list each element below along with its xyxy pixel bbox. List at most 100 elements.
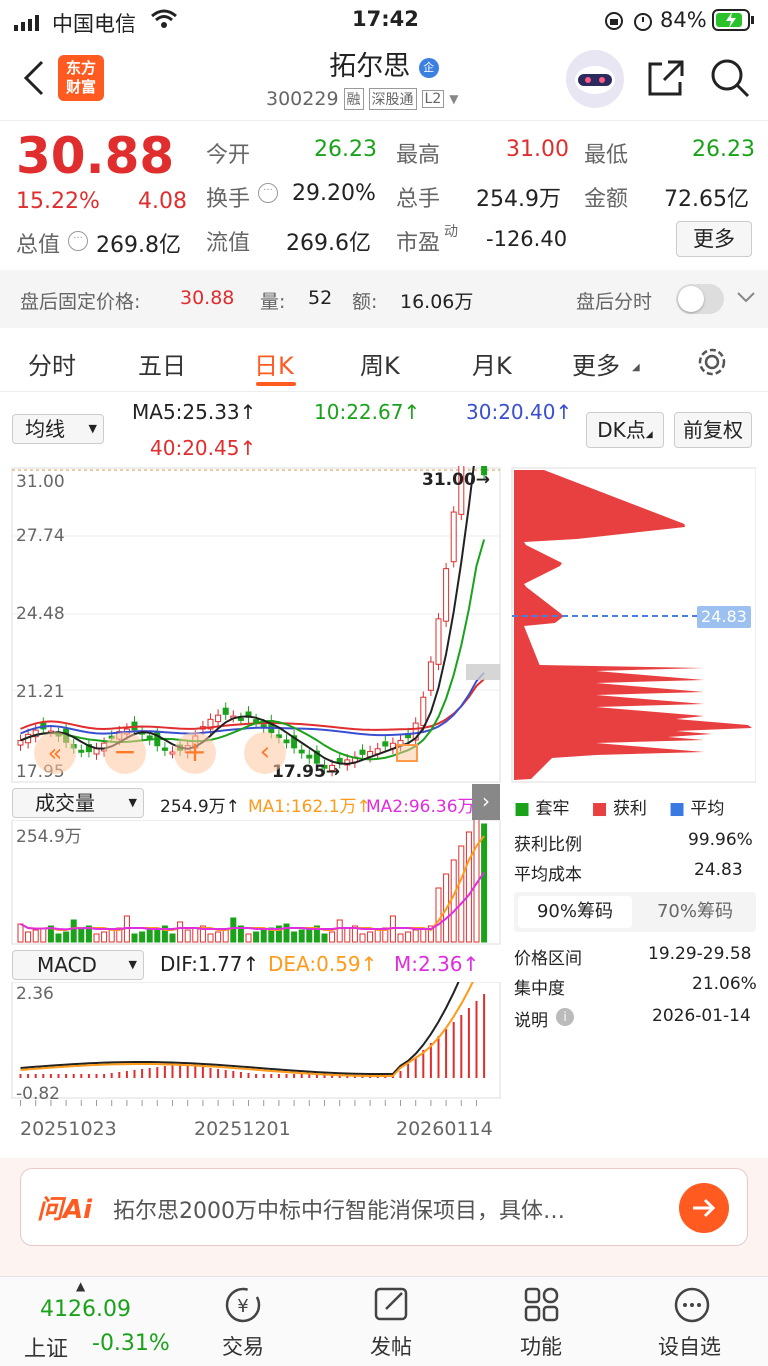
vol-ma1-label: MA1:162.1万↑ [248,797,371,817]
settings-gear-icon[interactable] [696,346,728,382]
bottom-tab-bar: ▲ 4126.09 上证 -0.31% ¥ 交易 发帖 功能 设自选 [0,1276,768,1366]
share-icon[interactable] [646,58,686,102]
ai-robot-avatar[interactable] [566,50,624,108]
alarm-icon [632,10,654,37]
candle-body [78,749,85,753]
indicator-select-label: 均线 [25,417,65,441]
tab-timeshare[interactable]: 分时 [28,346,76,381]
post-icon[interactable] [372,1285,412,1325]
mktcap-label: 总值 [16,233,61,258]
volume-bar [93,933,100,943]
high-value: 31.00 [506,137,569,162]
expand-chevron-icon[interactable] [736,290,756,309]
profit-ratio-value: 99.96% [688,830,753,850]
ai-logo: 问Ai [37,1195,93,1225]
adjust-button[interactable]: 前复权 [674,412,752,448]
volume-bar [412,929,419,943]
volume-bar [306,927,313,943]
candle-body [237,717,244,721]
enterprise-badge: 企 [418,57,439,78]
volume-bar [420,927,427,943]
info-icon[interactable]: ··· [68,231,88,251]
amount-label: 金额 [584,187,629,212]
legend-profit-label: 获利 [612,799,647,819]
chip-tabs: 90%筹码 70%筹码 [514,892,756,932]
turnover-info-icon[interactable]: ··· [258,183,278,203]
ma40-line [20,678,485,731]
volume-select[interactable]: 成交量 ▼ [12,788,144,818]
quote-panel: 30.88 15.22% 4.08 总值 ··· 269.8亿 今开 26.23… [0,120,768,270]
index-expand-icon[interactable]: ▲ [76,1279,85,1293]
connect-tag: 深股通 [368,88,417,110]
tab-daily-k[interactable]: 日K [254,346,294,381]
tab-monthly-k[interactable]: 月K [472,346,512,381]
dk-point-button[interactable]: DK点◢ [586,412,664,448]
volume-bar [253,931,260,943]
indicator-select[interactable]: 均线 ▼ [12,414,104,444]
mktcap-value: 269.8亿 [96,233,181,258]
avg-cost-tag: 24.83 [697,606,751,628]
after-hours-toggle[interactable] [676,284,724,314]
volume-bar [230,917,237,943]
volume-bar [101,931,108,943]
index-value[interactable]: 4126.09 [40,1297,131,1322]
macd-select[interactable]: MACD ▼ [12,950,144,980]
zoom-out-icon[interactable]: − [104,732,146,774]
tab-chip-70[interactable]: 70%筹码 [638,896,752,928]
candle-body [222,707,229,715]
nav-functions[interactable]: 功能 [520,1331,562,1361]
scroll-left-icon[interactable]: ‹ [244,732,286,774]
tab-five-day[interactable]: 五日 [138,346,186,381]
more-button[interactable]: 更多 [676,221,752,257]
search-icon[interactable] [710,58,750,102]
note-info-icon[interactable]: i [556,1008,574,1026]
candle-body [443,568,450,622]
stock-subtitle[interactable]: 300229 融 深股通 L2 ▼ [266,88,458,110]
nav-watchlist[interactable]: 设自选 [658,1331,721,1361]
clock: 17:42 [352,7,419,31]
candle-body [382,741,389,747]
dif-line [20,982,460,1075]
volume-bar [374,929,381,943]
volume-bar [177,921,184,943]
scroll-left-fast-icon[interactable]: « [34,732,76,774]
carrier-label: 中国电信 [52,12,136,36]
nav-post[interactable]: 发帖 [370,1331,412,1361]
index-change[interactable]: -0.31% [92,1331,170,1356]
index-name[interactable]: 上证 [24,1331,68,1363]
trade-icon[interactable]: ¥ [220,1285,266,1325]
ma10-label: 10:22.67↑ [314,400,421,424]
macd-dif-label: DIF:1.77↑ [160,952,260,976]
ah-switch-label: 盘后分时 [576,291,653,313]
ai-submit-arrow-icon[interactable] [679,1183,729,1233]
functions-icon[interactable] [522,1285,562,1325]
zoom-in-icon[interactable]: + [174,732,216,774]
svg-text:¥: ¥ [237,1296,248,1317]
volume-bar [25,931,32,943]
expand-right-icon[interactable]: › [472,784,500,820]
top-nav: 东方 财富 拓尔思 企 300229 融 深股通 L2 ▼ [0,40,768,120]
volume-bar [17,923,24,943]
scroll-end-icon[interactable] [396,744,418,762]
volume-bar [367,931,374,943]
volume-select-label: 成交量 [35,791,95,815]
candle-body [161,747,168,751]
ai-question-bar[interactable]: 问Ai 拓尔思2000万中标中行智能消保项目，具体… [20,1168,748,1246]
legend-average-label: 平均 [690,799,725,819]
tab-weekly-k[interactable]: 周K [360,346,400,381]
tab-more[interactable]: 更多 [572,346,620,381]
volume-bar [192,927,199,943]
volume-bar [481,823,488,943]
amount-value: 72.65亿 [664,187,749,212]
candle-body [450,511,457,563]
legend-trapped: ■ 套牢 [514,799,570,819]
volume-bar [359,933,366,943]
watchlist-icon[interactable] [672,1285,712,1325]
tab-chip-90[interactable]: 90%筹码 [518,896,632,928]
ma5-line [20,466,475,765]
nav-trade[interactable]: 交易 [222,1331,264,1361]
price-range-label: 价格区间 [514,949,582,969]
note-date: 2026-01-14 [652,1006,751,1026]
high-label: 最高 [396,143,441,168]
volume-bar [131,933,138,943]
